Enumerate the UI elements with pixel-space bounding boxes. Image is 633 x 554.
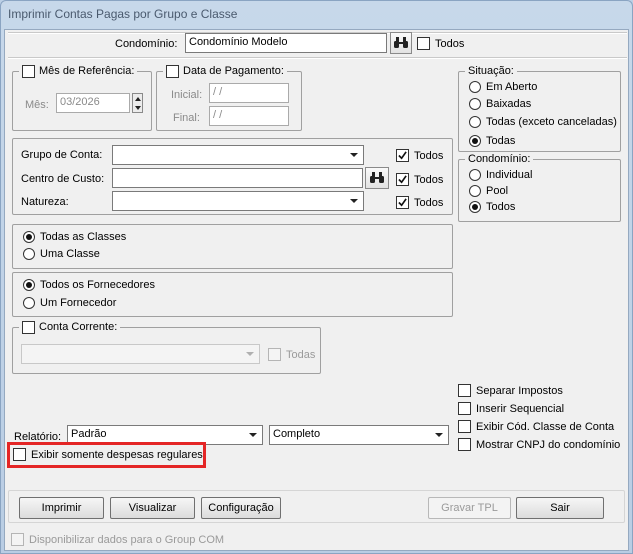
sair-button[interactable]: Sair (516, 497, 604, 519)
header-divider (8, 57, 627, 59)
centro-custo-field[interactable] (112, 168, 363, 188)
condominio-todos-checkbox[interactable]: Todos (417, 37, 464, 50)
chevron-down-icon (346, 193, 362, 209)
mes-referencia-checkbox[interactable] (22, 64, 35, 78)
imprimir-button[interactable]: Imprimir (19, 497, 104, 519)
inicial-label: Inicial: (171, 89, 203, 101)
um-fornecedor-radio[interactable]: Um Fornecedor (23, 297, 116, 309)
condominio-individual-radio[interactable]: Individual (469, 169, 532, 181)
binoculars-icon (370, 172, 384, 183)
todos-fornecedores-radio[interactable]: Todos os Fornecedores (23, 279, 155, 291)
filters-group: Grupo de Conta: Todos Centro de Custo: T… (12, 138, 453, 215)
situacao-todas-exceto-radio[interactable]: Todas (exceto canceladas) (469, 116, 617, 128)
chevron-down-icon (245, 427, 261, 443)
exibir-despesas-regulares-checkbox[interactable]: Exibir somente despesas regulares (13, 448, 203, 461)
conta-corrente-checkbox[interactable] (22, 320, 35, 334)
chevron-down-icon (346, 147, 362, 163)
binoculars-icon (394, 37, 408, 48)
exibir-cod-classe-checkbox[interactable]: Exibir Cód. Classe de Conta (458, 420, 614, 433)
situacao-group: Situação: Em Aberto Baixadas Todas (exce… (458, 64, 621, 152)
centro-custo-label: Centro de Custo: (21, 173, 105, 185)
final-label: Final: (173, 112, 200, 124)
separar-impostos-checkbox[interactable]: Separar Impostos (458, 384, 563, 397)
todas-classes-radio[interactable]: Todas as Classes (23, 231, 126, 243)
conta-corrente-select[interactable] (21, 344, 260, 364)
condominio-pool-radio[interactable]: Pool (469, 185, 508, 197)
window-title: Imprimir Contas Pagas por Grupo e Classe (8, 7, 238, 21)
chevron-down-icon (242, 346, 258, 362)
spin-up-icon[interactable] (133, 94, 142, 103)
situacao-baixadas-radio[interactable]: Baixadas (469, 98, 531, 110)
configuracao-button[interactable]: Configuração (201, 497, 281, 519)
condominio-todos-radio[interactable]: Todos (469, 201, 515, 213)
grupo-conta-label: Grupo de Conta: (21, 149, 103, 161)
natureza-label: Natureza: (21, 196, 69, 208)
condominio-field[interactable]: Condomínio Modelo (185, 33, 387, 53)
relatorio-formato-select[interactable]: Completo (269, 425, 449, 445)
inserir-sequencial-checkbox[interactable]: Inserir Sequencial (458, 402, 564, 415)
binoculars-search-button[interactable] (390, 32, 412, 54)
natureza-select[interactable] (112, 191, 364, 211)
spin-down-icon[interactable] (133, 103, 142, 112)
inicial-field[interactable]: / / (209, 83, 289, 103)
uma-classe-radio[interactable]: Uma Classe (23, 248, 100, 260)
grupo-conta-select[interactable] (112, 145, 364, 165)
situacao-todas-radio[interactable]: Todas (469, 135, 515, 147)
mostrar-cnpj-checkbox[interactable]: Mostrar CNPJ do condomínio (458, 438, 620, 451)
conta-corrente-group: Conta Corrente: Todas (12, 320, 321, 374)
data-pagamento-group: Data de Pagamento: Inicial: / / Final: /… (156, 64, 302, 131)
mes-spinner[interactable] (132, 93, 143, 113)
mes-label: Mês: (25, 99, 49, 111)
grupo-todos-checkbox[interactable]: Todos (396, 149, 443, 162)
checkbox-label: Todos (435, 37, 465, 50)
conta-todas-checkbox[interactable]: Todas (268, 348, 315, 361)
classes-group: Todas as Classes Uma Classe (12, 224, 453, 269)
centro-todos-checkbox[interactable]: Todos (396, 173, 443, 186)
condominio-label: Condomínio: (115, 38, 178, 50)
situacao-legend: Situação: (465, 64, 517, 78)
report-window: Imprimir Contas Pagas por Grupo e Classe… (0, 0, 633, 554)
condominio-type-group: Condomínio: Individual Pool Todos (458, 152, 621, 222)
checkbox-box (417, 37, 430, 50)
mes-referencia-label: Mês de Referência: (39, 65, 135, 77)
dialog-body: Condomínio: Condomínio Modelo Todos Mês … (4, 29, 629, 551)
final-field[interactable]: / / (209, 106, 289, 126)
chevron-down-icon (431, 427, 447, 443)
data-pagamento-legend[interactable]: Data de Pagamento: (163, 64, 287, 78)
gravar-tpl-button[interactable]: Gravar TPL (428, 497, 511, 519)
data-pagamento-label: Data de Pagamento: (183, 65, 284, 77)
conta-corrente-label: Conta Corrente: (39, 321, 118, 333)
condominio-type-legend: Condomínio: (465, 152, 534, 166)
natureza-todos-checkbox[interactable]: Todos (396, 196, 443, 209)
mes-referencia-legend[interactable]: Mês de Referência: (19, 64, 138, 78)
mes-referencia-group: Mês de Referência: Mês: 03/2026 (12, 64, 152, 131)
mes-field[interactable]: 03/2026 (56, 93, 130, 113)
disponibilizar-group-com-checkbox[interactable]: Disponibilizar dados para o Group COM (11, 533, 224, 546)
fornecedores-group: Todos os Fornecedores Um Fornecedor (12, 272, 453, 317)
conta-corrente-legend[interactable]: Conta Corrente: (19, 320, 121, 334)
centro-custo-search-button[interactable] (365, 167, 389, 189)
relatorio-tipo-value: Padrão (71, 428, 107, 440)
data-pagamento-checkbox[interactable] (166, 64, 179, 78)
relatorio-formato-value: Completo (273, 428, 321, 440)
situacao-em-aberto-radio[interactable]: Em Aberto (469, 81, 537, 93)
visualizar-button[interactable]: Visualizar (110, 497, 195, 519)
